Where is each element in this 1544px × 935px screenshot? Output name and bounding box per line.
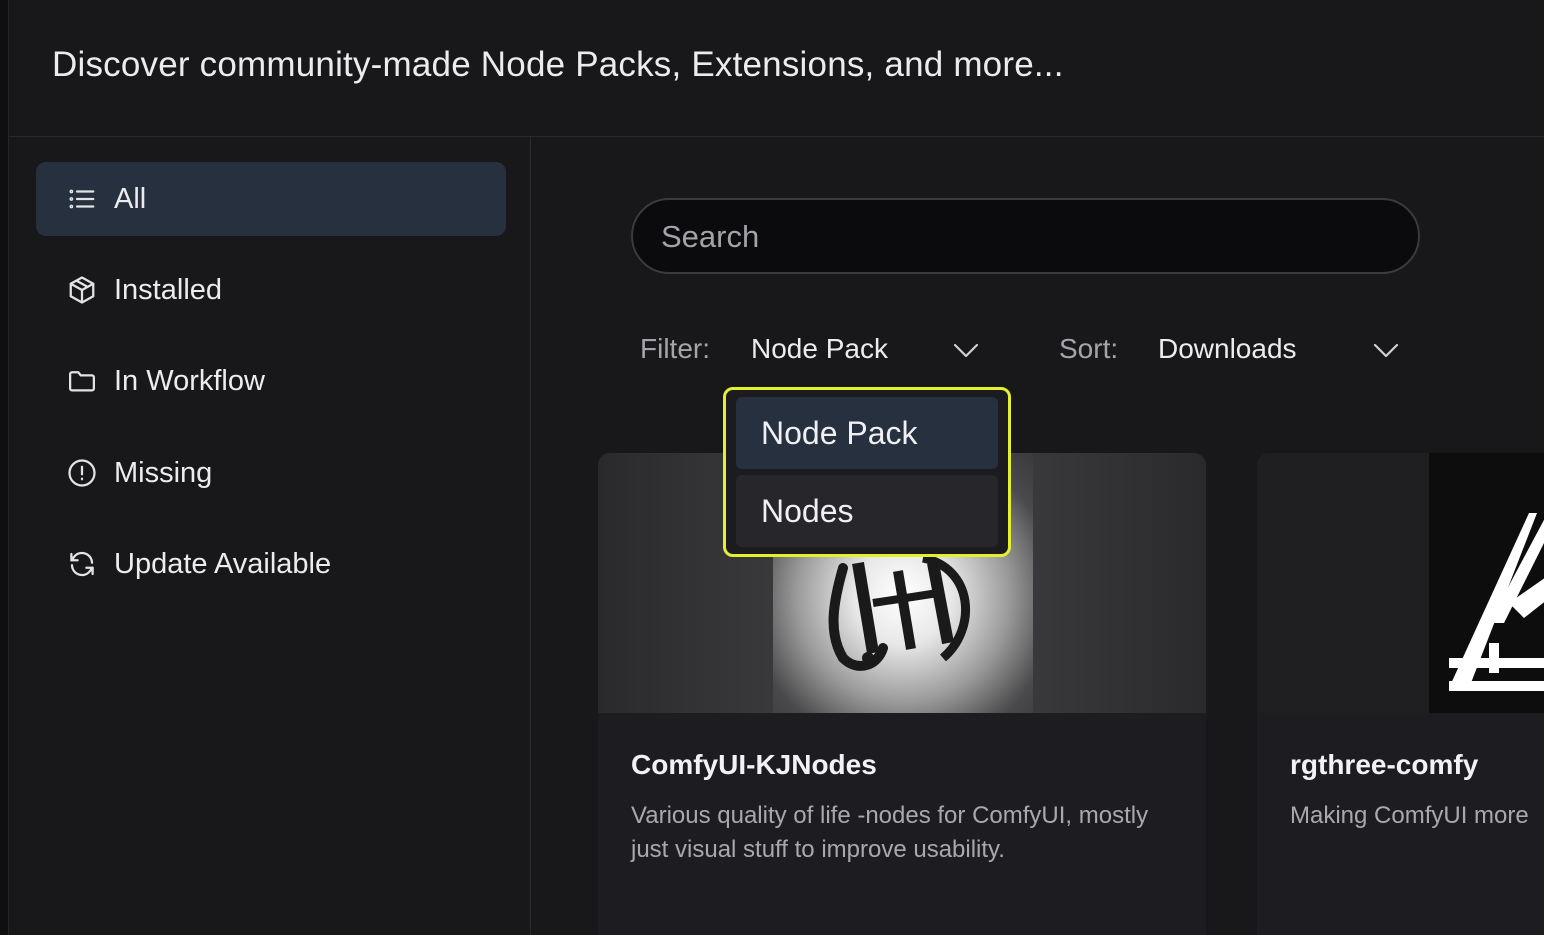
filter-label: Filter:	[640, 333, 710, 364]
filter-dropdown-menu: Node Pack Nodes	[723, 387, 1011, 557]
sidebar-item-update-available[interactable]: Update Available	[36, 527, 506, 601]
sidebar-item-label: All	[114, 182, 147, 215]
node-pack-card[interactable]: rgthree-comfy Making ComfyUI more	[1257, 453, 1544, 935]
dialog-header: Discover community-made Node Packs, Exte…	[9, 0, 1544, 137]
sidebar-item-installed[interactable]: Installed	[36, 253, 506, 327]
sidebar-item-in-workflow[interactable]: In Workflow	[36, 344, 506, 418]
search-input[interactable]	[659, 200, 1393, 274]
chevron-down-icon[interactable]	[1369, 335, 1403, 365]
main-content: Filter: Node Pack Sort: Downloads	[531, 137, 1544, 935]
sidebar-item-label: Update Available	[114, 547, 332, 580]
filter-option-nodes[interactable]: Nodes	[736, 475, 998, 547]
rgthree-logo-image	[1429, 453, 1544, 713]
refresh-icon	[66, 548, 98, 580]
sidebar-item-missing[interactable]: Missing	[36, 436, 506, 510]
card-thumbnail	[1257, 453, 1544, 713]
card-description: Making ComfyUI more	[1290, 802, 1529, 829]
filter-option-node-pack[interactable]: Node Pack	[736, 397, 998, 469]
filter-select[interactable]: Node Pack	[751, 333, 888, 365]
sort-label: Sort:	[1059, 333, 1119, 364]
list-icon	[66, 183, 98, 215]
manager-dialog: Discover community-made Node Packs, Exte…	[8, 0, 1544, 935]
cube-icon	[66, 274, 98, 306]
card-title: ComfyUI-KJNodes	[631, 749, 877, 780]
alert-circle-icon	[66, 457, 98, 489]
card-title: rgthree-comfy	[1290, 749, 1479, 780]
sidebar-item-label: Missing	[114, 456, 213, 489]
search-box[interactable]	[631, 198, 1420, 274]
sidebar-item-label: In Workflow	[114, 364, 265, 397]
sidebar-item-all[interactable]: All	[36, 162, 506, 236]
sidebar-item-label: Installed	[114, 273, 223, 306]
dialog-title: Discover community-made Node Packs, Exte…	[52, 45, 1064, 84]
chevron-down-icon[interactable]	[949, 335, 983, 365]
card-description: Various quality of life -nodes for Comfy…	[631, 802, 1149, 863]
sidebar: All Installed In Workflow Missing Update…	[9, 137, 531, 935]
sort-select[interactable]: Downloads	[1158, 333, 1297, 365]
folder-icon	[66, 365, 98, 397]
